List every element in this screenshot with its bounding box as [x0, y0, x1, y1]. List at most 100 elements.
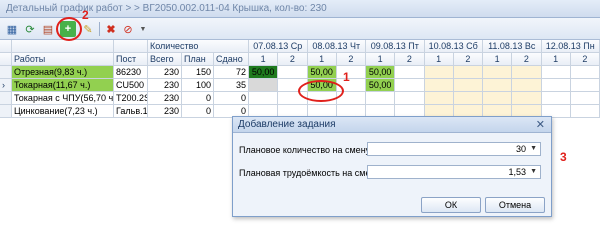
ok-button[interactable]: ОК	[421, 197, 481, 213]
schedule-cell[interactable]	[483, 79, 513, 92]
schedule-cell[interactable]: 50,00	[249, 66, 279, 79]
schedule-cell[interactable]	[395, 79, 425, 92]
schedule-cell[interactable]	[278, 66, 308, 79]
work-cell[interactable]: Цинкование(7,23 ч.)	[12, 105, 114, 118]
total-cell[interactable]: 230	[148, 79, 182, 92]
date-header[interactable]: 11.08.13 Вс	[483, 40, 542, 53]
plan-cell[interactable]: 0	[182, 105, 214, 118]
total-cell[interactable]: 230	[148, 105, 182, 118]
schedule-cell[interactable]	[395, 66, 425, 79]
plan-cell[interactable]: 150	[182, 66, 214, 79]
done-cell[interactable]: 35	[214, 79, 249, 92]
schedule-cell[interactable]	[570, 92, 600, 105]
header-works[interactable]: Работы	[12, 53, 114, 66]
post-cell[interactable]: Гальв.1	[114, 105, 148, 118]
refresh-icon[interactable]: ⟳	[22, 21, 38, 37]
work-cell[interactable]: Токарная с ЧПУ(56,70 ч.)	[12, 92, 114, 105]
schedule-cell[interactable]	[424, 79, 454, 92]
shift-header: 2	[453, 53, 483, 66]
date-header[interactable]: 08.08.13 Чт	[307, 40, 366, 53]
row-indicator: ›	[0, 79, 12, 92]
schedule-cell[interactable]	[541, 66, 571, 79]
date-header[interactable]: 07.08.13 Ср	[249, 40, 308, 53]
work-cell[interactable]: Токарная(11,67 ч.)	[12, 79, 114, 92]
schedule-cell[interactable]	[424, 92, 454, 105]
date-header[interactable]: 12.08.13 Пн	[541, 40, 600, 53]
dialog-title: Добавление задания	[238, 119, 336, 130]
schedule-cell[interactable]	[570, 79, 600, 92]
add-task-dialog: Добавление задания ✕ Плановое количество…	[232, 116, 552, 217]
plan-qty-field[interactable]: 30 ▼	[367, 142, 541, 156]
plan-labor-value: 1,53	[508, 167, 526, 177]
date-header[interactable]: 10.08.13 Сб	[424, 40, 483, 53]
header-post[interactable]: Пост	[114, 53, 148, 66]
shift-header: 1	[483, 53, 513, 66]
schedule-cell[interactable]	[424, 66, 454, 79]
done-cell[interactable]: 0	[214, 92, 249, 105]
done-cell[interactable]: 72	[214, 66, 249, 79]
schedule-cell[interactable]	[541, 92, 571, 105]
schedule-cell[interactable]	[395, 92, 425, 105]
schedule-cell[interactable]	[249, 79, 279, 92]
post-cell[interactable]: T200.2S	[114, 92, 148, 105]
shift-header: 1	[424, 53, 454, 66]
cell-highlight	[298, 80, 344, 102]
header-done[interactable]: Сдано	[214, 53, 249, 66]
row-indicator	[0, 105, 12, 118]
total-cell[interactable]: 230	[148, 66, 182, 79]
cancel-button[interactable]: Отмена	[485, 197, 545, 213]
plan-cell[interactable]: 100	[182, 79, 214, 92]
date-header[interactable]: 09.08.13 Пт	[366, 40, 425, 53]
total-cell[interactable]: 230	[148, 92, 182, 105]
dialog-title-bar: Добавление задания ✕	[233, 117, 551, 133]
toolbar: ▦ ⟳ ▤ + ✎ ✖ ⊘ ▼	[0, 18, 600, 40]
schedule-cell[interactable]	[512, 92, 542, 105]
work-cell[interactable]: Отрезная(9,83 ч.)	[12, 66, 114, 79]
header-total[interactable]: Всего	[148, 53, 182, 66]
schedule-cell[interactable]	[366, 92, 396, 105]
row-indicator	[0, 66, 12, 79]
close-icon[interactable]: ✕	[536, 117, 545, 133]
window-title: Детальный график работ > > ВГ2050.002.01…	[0, 0, 600, 18]
shift-header: 1	[307, 53, 337, 66]
schedule-cell[interactable]	[453, 66, 483, 79]
post-cell[interactable]: 86230	[114, 66, 148, 79]
cancel-icon[interactable]: ⊘	[120, 21, 136, 37]
grid-corner	[0, 40, 12, 53]
schedule-cell[interactable]	[483, 66, 513, 79]
chevron-down-icon[interactable]: ▼	[530, 166, 537, 178]
schedule-cell[interactable]	[336, 66, 366, 79]
schedule-cell[interactable]	[453, 79, 483, 92]
schedule-cell[interactable]	[512, 79, 542, 92]
chevron-down-icon[interactable]: ▼	[138, 21, 148, 37]
schedule-cell[interactable]	[512, 66, 542, 79]
calendar-icon[interactable]: ▦	[4, 21, 20, 37]
edit-icon[interactable]: ✎	[80, 21, 96, 37]
schedule-cell[interactable]: 50,00	[366, 79, 396, 92]
annotation-number-3: 3	[560, 150, 567, 164]
add-button-highlight	[56, 17, 82, 41]
header-plan[interactable]: План	[182, 53, 214, 66]
plan-qty-label: Плановое количество на смену	[239, 145, 371, 155]
shift-header: 2	[336, 53, 366, 66]
plan-labor-label: Плановая трудоёмкость на смену	[239, 168, 380, 178]
plan-labor-field[interactable]: 1,53 ▼	[367, 165, 541, 179]
schedule-cell[interactable]	[249, 92, 279, 105]
schedule-cell[interactable]	[570, 105, 600, 118]
schedule-cell[interactable]: 50,00	[366, 66, 396, 79]
chevron-down-icon[interactable]: ▼	[530, 143, 537, 155]
shift-header: 2	[278, 53, 308, 66]
delete-icon[interactable]: ✖	[103, 21, 119, 37]
post-cell[interactable]: CU500	[114, 79, 148, 92]
schedule-cell[interactable]	[541, 79, 571, 92]
plan-cell[interactable]: 0	[182, 92, 214, 105]
row-indicator	[0, 92, 12, 105]
schedule-cell[interactable]	[570, 66, 600, 79]
row-indicator-header	[0, 53, 12, 66]
schedule-cell[interactable]	[453, 92, 483, 105]
schedule-cell[interactable]	[483, 92, 513, 105]
annotation-number-1: 1	[343, 70, 350, 84]
header-spacer-post	[114, 40, 148, 53]
report-icon[interactable]: ▤	[40, 21, 56, 37]
schedule-cell[interactable]: 50,00	[307, 66, 337, 79]
